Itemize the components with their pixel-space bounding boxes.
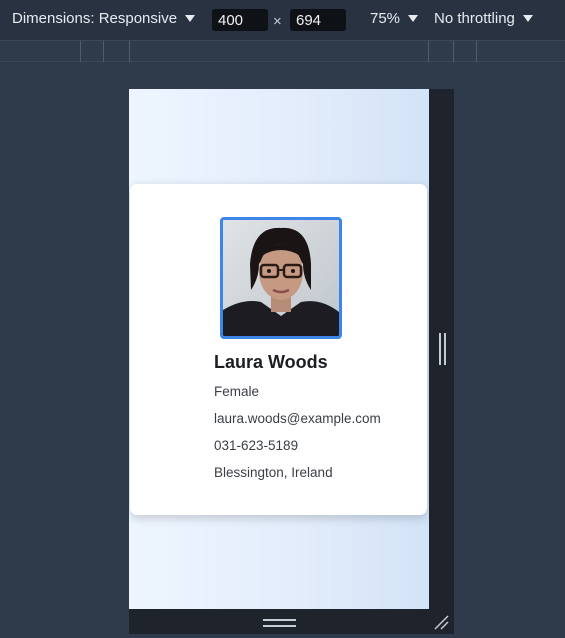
page-viewport: Laura Woods Female laura.woods@example.c… (129, 89, 429, 609)
resize-handle-bottom[interactable] (263, 619, 296, 627)
ruler-tick (103, 41, 104, 62)
throttling-label: No throttling (434, 10, 515, 27)
chevron-down-icon (522, 15, 533, 22)
resize-handle-right[interactable] (439, 333, 446, 365)
times-symbol: × (273, 13, 282, 30)
profile-card: Laura Woods Female laura.woods@example.c… (130, 184, 427, 515)
zoom-label: 75% (370, 10, 401, 27)
device-toolbar: Dimensions: Responsive × 75% No throttli… (0, 0, 565, 40)
dimensions-dropdown[interactable]: Dimensions: Responsive (12, 10, 196, 27)
chevron-down-icon (408, 15, 419, 22)
profile-email: laura.woods@example.com (214, 411, 381, 426)
media-query-ruler[interactable] (0, 40, 565, 62)
profile-avatar (220, 217, 342, 339)
zoom-dropdown[interactable]: 75% (370, 10, 419, 27)
height-input[interactable] (290, 9, 346, 31)
dimensions-label: Dimensions: Responsive (12, 10, 178, 27)
profile-location: Blessington, Ireland (214, 465, 333, 480)
profile-gender: Female (214, 384, 260, 399)
ruler-tick (80, 41, 81, 62)
ruler-tick (428, 41, 429, 62)
profile-name: Laura Woods (214, 352, 328, 372)
throttling-dropdown[interactable]: No throttling (434, 10, 533, 27)
avatar-photo (223, 220, 339, 336)
resize-corner-icon[interactable] (433, 614, 449, 630)
ruler-tick (129, 41, 130, 62)
chevron-down-icon (185, 15, 196, 22)
ruler-tick (453, 41, 454, 62)
ruler-tick (476, 41, 477, 62)
width-input[interactable] (212, 9, 268, 31)
profile-phone: 031-623-5189 (214, 438, 299, 453)
